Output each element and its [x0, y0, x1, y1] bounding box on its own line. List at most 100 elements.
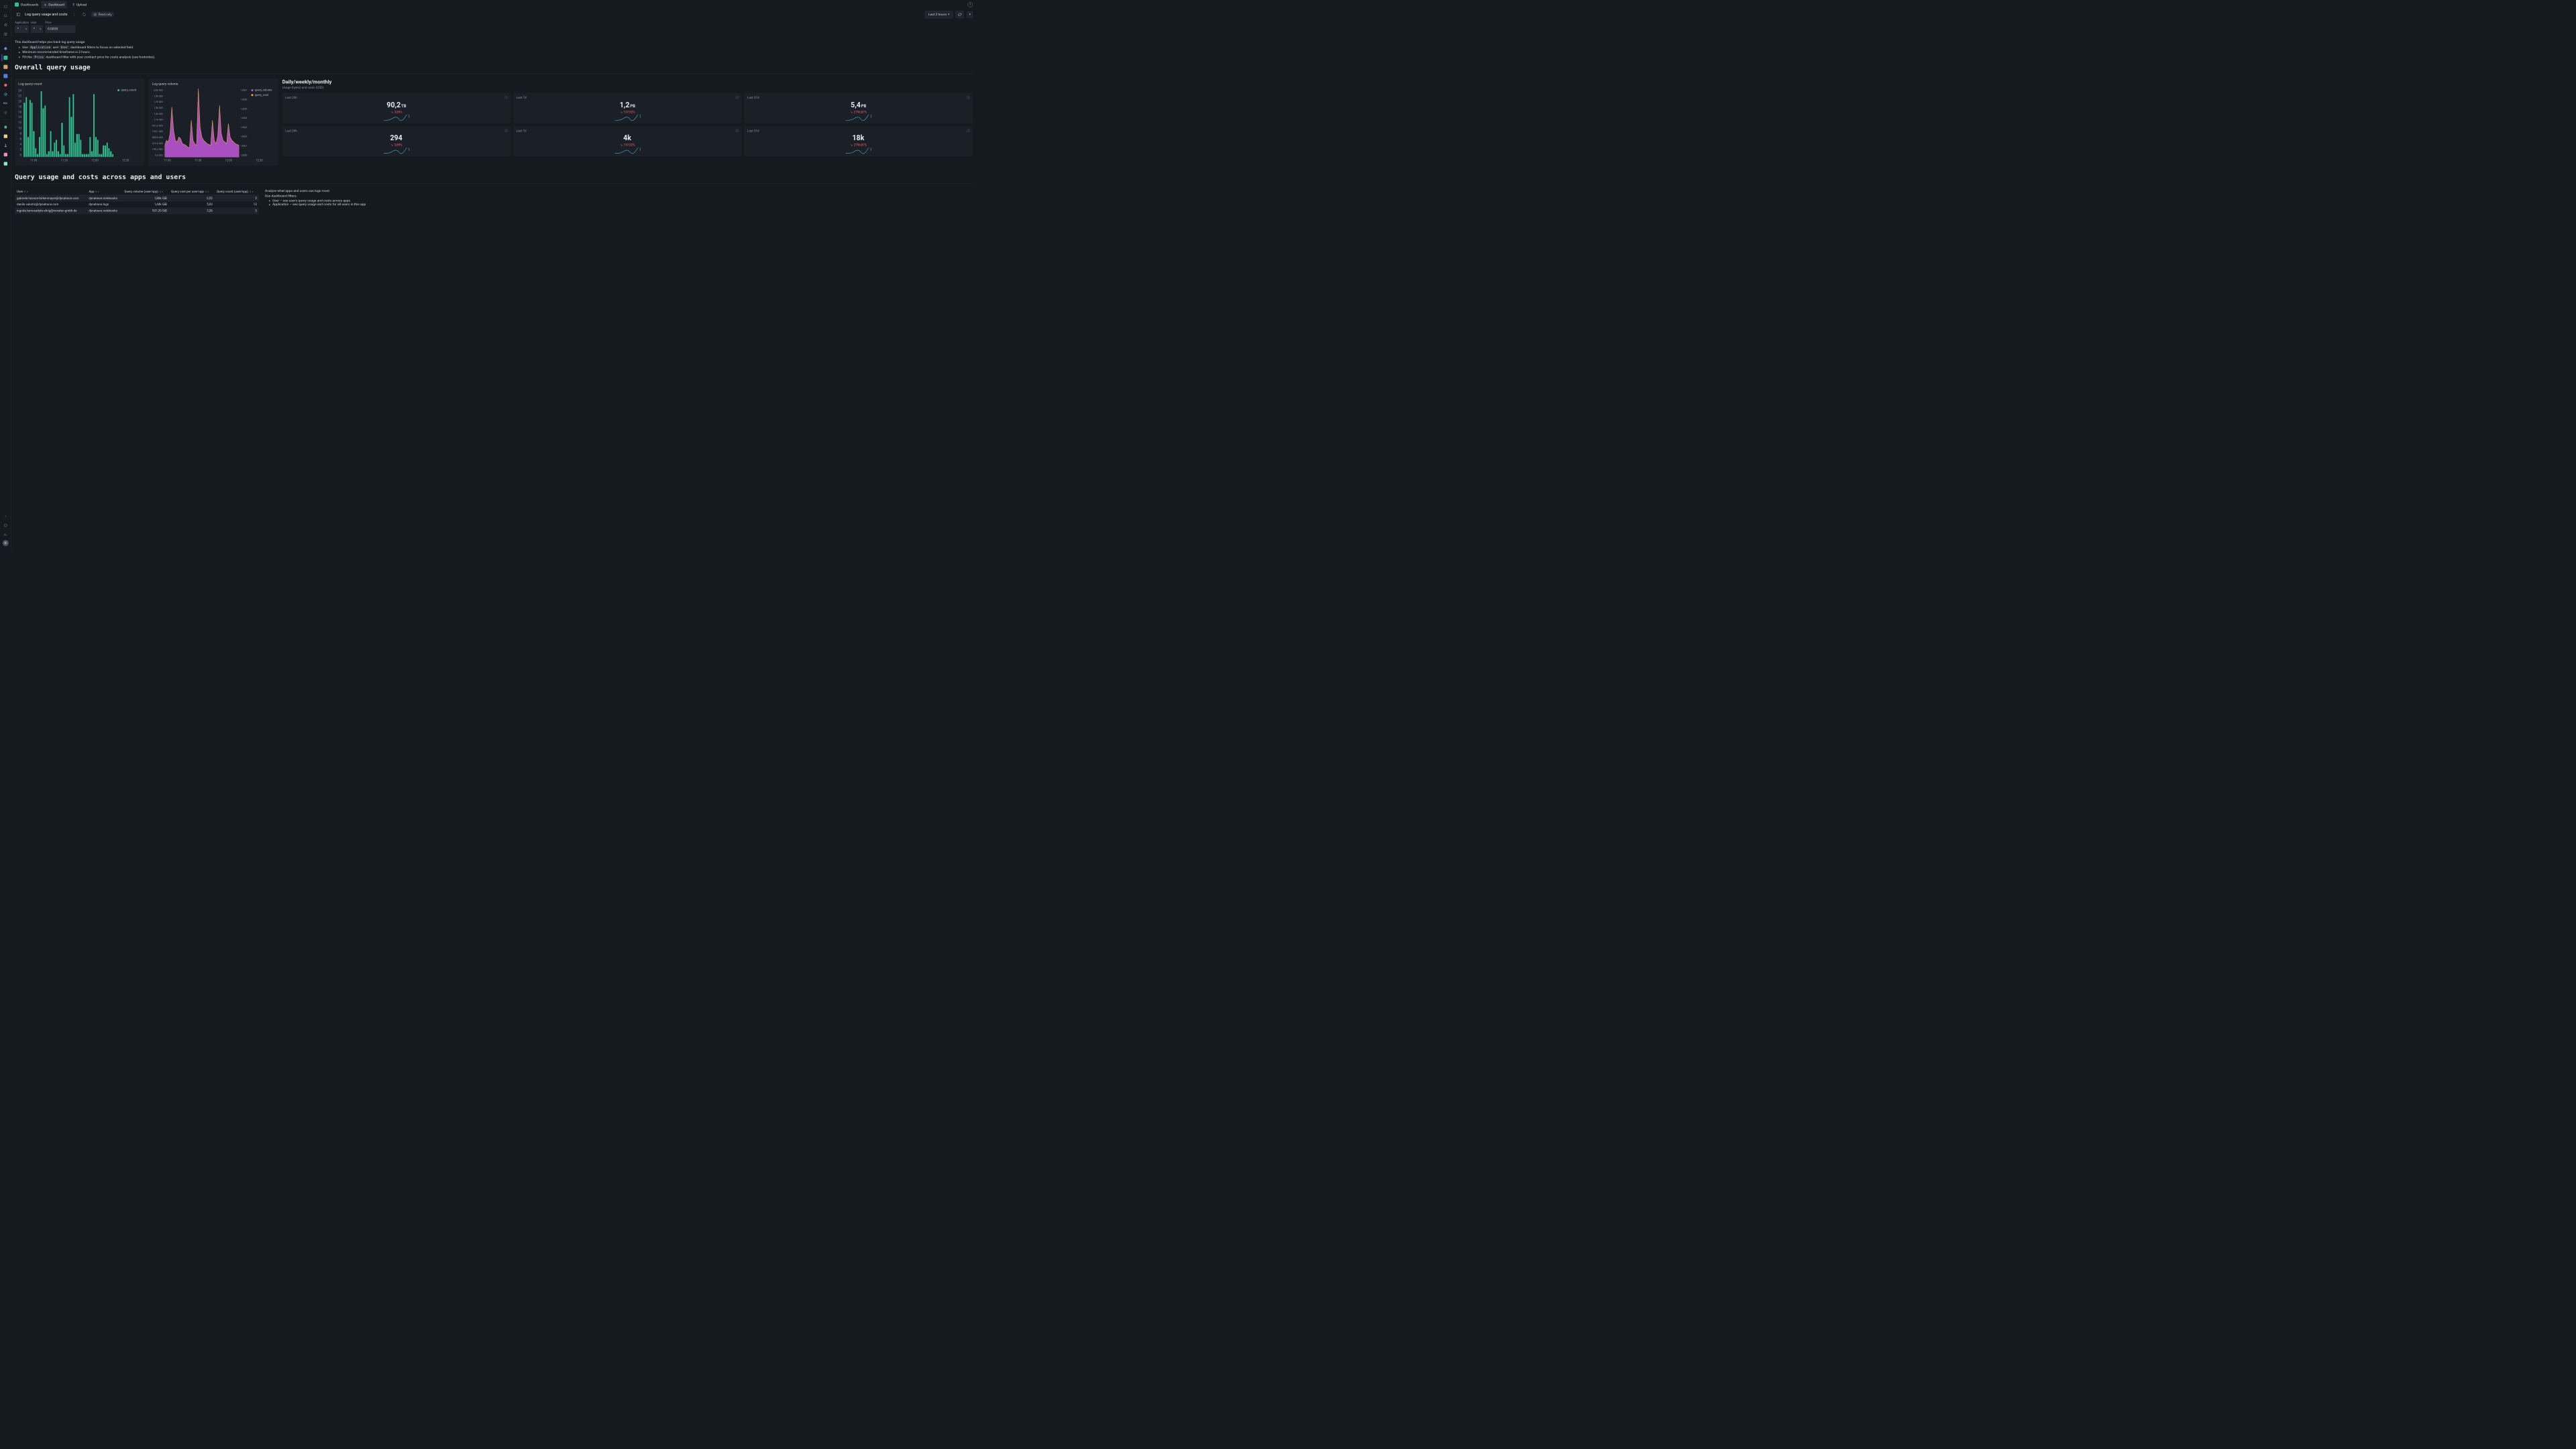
bar[interactable] — [103, 146, 104, 157]
bar[interactable] — [63, 146, 64, 157]
bar[interactable] — [61, 123, 62, 157]
bar[interactable] — [84, 154, 85, 157]
table-header[interactable]: Query volume (user/app)⇅ ▾ — [122, 188, 169, 195]
sidebar-app-puzzle-icon[interactable] — [2, 151, 9, 158]
bar[interactable] — [108, 148, 109, 157]
bar[interactable] — [54, 143, 55, 157]
bar[interactable] — [25, 97, 27, 157]
bar[interactable] — [86, 154, 87, 157]
refresh-button[interactable] — [956, 11, 964, 18]
bar[interactable] — [46, 154, 48, 157]
pin-icon[interactable] — [2, 21, 9, 29]
info-icon[interactable]: ⓘ — [967, 95, 970, 99]
bar[interactable] — [37, 154, 38, 157]
table-header[interactable]: Query count (user/app)⇅ ▾ — [215, 188, 259, 195]
chevron-down-icon[interactable]: ▾ — [162, 191, 163, 193]
bar[interactable] — [30, 100, 31, 157]
bar[interactable] — [60, 154, 61, 157]
filter-user[interactable]: * ▾ — [31, 25, 43, 34]
bar[interactable] — [50, 131, 52, 157]
filter-application[interactable]: * ▾ — [15, 25, 29, 34]
bar[interactable] — [39, 137, 40, 157]
info-icon[interactable]: ⓘ — [967, 128, 970, 132]
chart1-plot[interactable] — [23, 89, 113, 157]
sidebar-app-wood-icon[interactable] — [2, 63, 9, 70]
bar[interactable] — [80, 140, 81, 156]
bar[interactable] — [91, 151, 93, 156]
bar[interactable] — [33, 131, 34, 157]
sidebar-app-cube-icon[interactable] — [2, 45, 9, 52]
sidebar-app-dashboards-icon[interactable] — [1, 54, 9, 62]
timerange-select[interactable]: Last 2 hours ▾ — [925, 11, 953, 18]
bar[interactable] — [41, 91, 42, 157]
chevron-down-icon[interactable]: ▾ — [252, 191, 254, 193]
bar[interactable] — [28, 137, 29, 157]
apps-grid-icon[interactable] — [2, 30, 9, 38]
bar[interactable] — [74, 143, 76, 157]
bar[interactable] — [88, 154, 89, 157]
table-header[interactable]: Query cost per user/app⇅ ▾ — [169, 188, 215, 195]
bar[interactable] — [69, 97, 70, 157]
avatar[interactable]: H — [3, 540, 9, 546]
bar[interactable] — [56, 140, 57, 156]
table-header[interactable]: User⇅ ▾ — [15, 188, 87, 195]
bar[interactable] — [89, 137, 91, 157]
sidebar-app-globe-icon[interactable] — [2, 91, 9, 98]
bar[interactable] — [48, 151, 50, 156]
bar[interactable] — [82, 154, 83, 157]
bar[interactable] — [58, 151, 59, 156]
notifications-icon[interactable] — [2, 522, 9, 529]
info-icon[interactable]: ⓘ — [504, 128, 508, 132]
sidebar-app-alert-icon[interactable]: ! — [2, 82, 9, 89]
panel-toggle-icon[interactable] — [15, 11, 22, 18]
breadcrumb[interactable]: Dashboards — [15, 3, 38, 7]
bar[interactable] — [76, 134, 78, 157]
table-row[interactable]: danilo.vukotic@dynatrace.comdynatrace.lo… — [15, 201, 259, 207]
sync-icon[interactable] — [80, 11, 88, 18]
bar[interactable] — [65, 154, 66, 157]
chevron-down-icon[interactable]: ▾ — [27, 191, 28, 193]
bar[interactable] — [107, 143, 108, 157]
table-header[interactable]: App⇅ ▾ — [87, 188, 122, 195]
new-dashboard-button[interactable]: ＋ Dashboard — [41, 1, 67, 8]
sidebar-app-bucket-icon[interactable] — [2, 133, 9, 140]
bar[interactable] — [44, 105, 46, 156]
bar[interactable] — [52, 151, 53, 156]
bar[interactable] — [35, 148, 36, 157]
bar[interactable] — [78, 134, 80, 157]
sidebar-app-hex-icon[interactable] — [2, 160, 9, 168]
bar[interactable] — [101, 154, 102, 157]
bar[interactable] — [110, 151, 111, 156]
search-icon[interactable] — [2, 12, 9, 19]
chevron-down-icon[interactable]: ▾ — [98, 191, 99, 193]
info-icon[interactable]: ⓘ — [736, 95, 739, 99]
app-logo-icon[interactable] — [2, 3, 9, 11]
bar[interactable] — [105, 146, 106, 157]
more-menu-icon[interactable]: ⋮ — [70, 11, 78, 18]
chart-icon[interactable] — [2, 531, 9, 538]
help-icon[interactable]: ? — [967, 2, 973, 7]
table-row[interactable]: ingrida.tamosaityte-ehrig@novatec-gmbh.d… — [15, 207, 259, 213]
bar[interactable] — [93, 94, 95, 156]
bar[interactable] — [72, 94, 74, 156]
bar[interactable] — [97, 140, 99, 156]
sidebar-app-gear-icon[interactable] — [2, 109, 9, 117]
bar[interactable] — [70, 117, 72, 156]
bar[interactable] — [23, 103, 25, 157]
bar[interactable] — [32, 103, 33, 157]
bar[interactable] — [95, 137, 97, 157]
bar[interactable] — [42, 109, 44, 157]
sidebar-app-grid-icon[interactable] — [2, 72, 9, 80]
bar[interactable] — [99, 154, 100, 157]
refresh-dropdown[interactable]: ▾ — [967, 11, 973, 17]
filter-price[interactable]: 0.0035 — [45, 25, 75, 34]
table-row[interactable]: gabriele.hasson-birkenmayer@dynatrace.co… — [15, 195, 259, 201]
info-icon[interactable]: ⓘ — [504, 95, 508, 99]
info-icon[interactable]: ⓘ — [736, 128, 739, 132]
sidebar-app-db-icon[interactable] — [2, 123, 9, 131]
chevron-down-icon[interactable]: ▾ — [207, 191, 209, 193]
sidebar-app-dql-icon[interactable]: DQL — [2, 100, 9, 107]
sidebar-app-person-icon[interactable] — [2, 142, 9, 149]
bar[interactable] — [67, 154, 68, 157]
chart2-plot[interactable] — [165, 89, 239, 157]
